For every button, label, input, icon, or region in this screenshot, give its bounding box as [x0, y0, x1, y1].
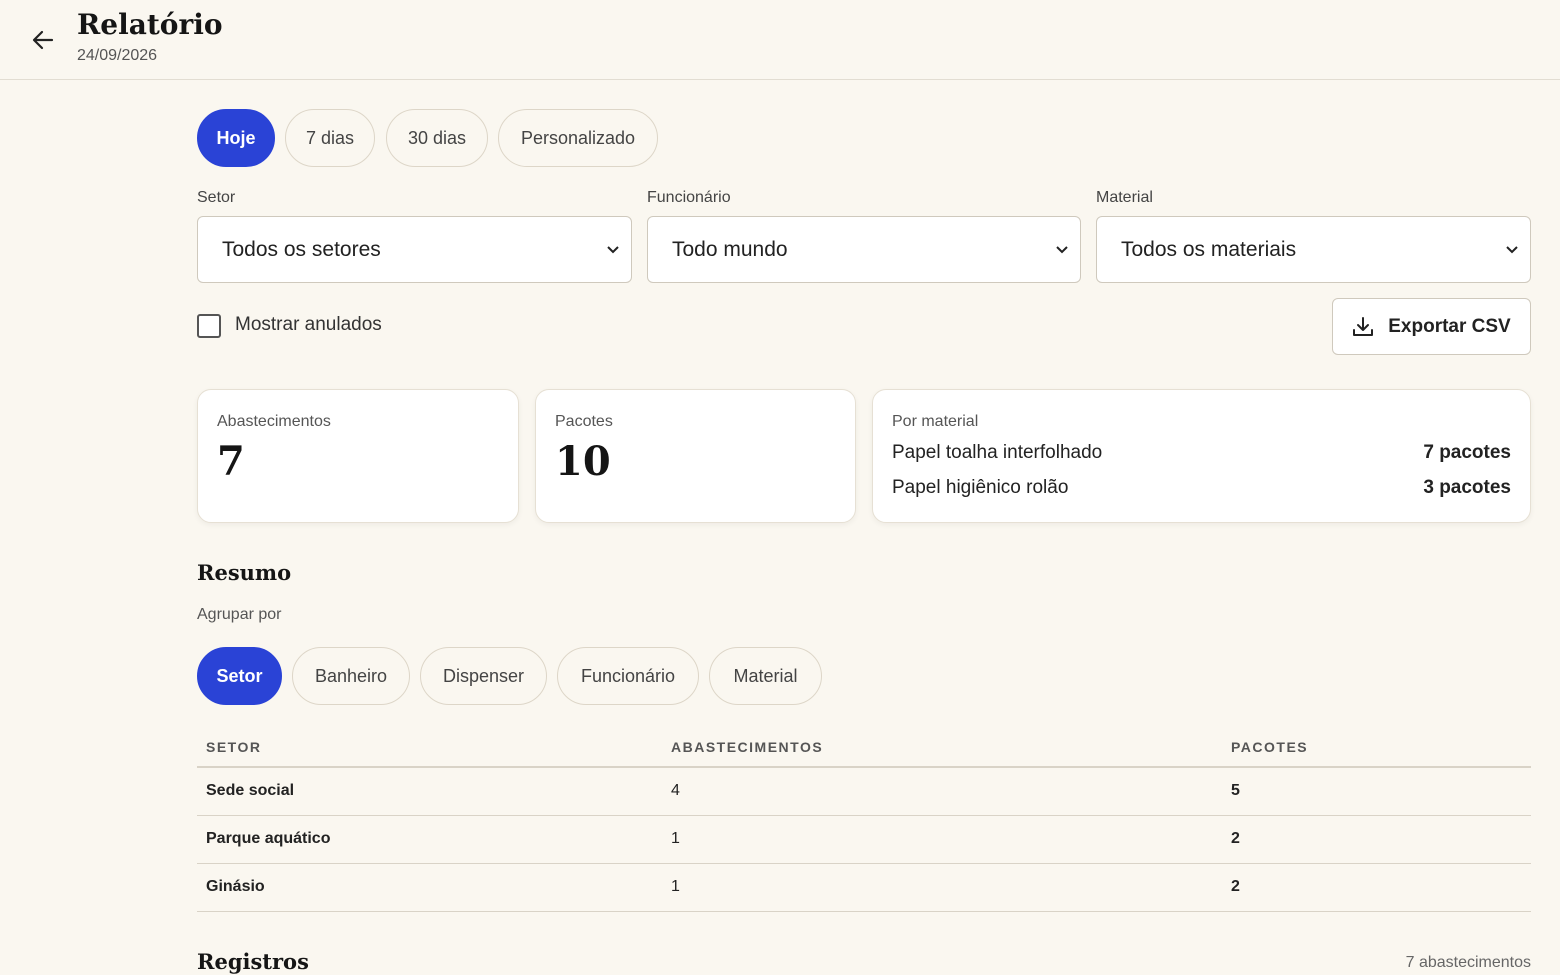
material-name: Papel toalha interfolhado: [892, 442, 1103, 463]
cell-packages: 2: [1222, 815, 1531, 864]
material-row: Papel toalha interfolhado 7 pacotes: [892, 442, 1511, 466]
packages-card: Pacotes 10: [535, 389, 856, 523]
material-qty: 7 pacotes: [1423, 442, 1511, 463]
refills-value: 7: [217, 438, 245, 485]
arrow-left-icon: [32, 30, 54, 50]
material-qty: 3 pacotes: [1423, 477, 1511, 498]
column-header-packages[interactable]: PACOTES: [1222, 727, 1531, 768]
export-csv-button[interactable]: Exportar CSV: [1332, 298, 1531, 355]
tab-group-bathroom[interactable]: Banheiro: [292, 647, 410, 705]
records-title: Registros: [197, 949, 309, 974]
export-csv-label: Exportar CSV: [1388, 315, 1511, 337]
by-material-label: Por material: [892, 413, 979, 430]
refills-label: Abastecimentos: [217, 413, 331, 430]
records-count: 7 abastecimentos: [1405, 954, 1531, 971]
download-icon: [1353, 316, 1374, 336]
summary-table: SETOR ABASTECIMENTOS PACOTES Sede social…: [197, 727, 1531, 912]
cell-refills: 1: [662, 863, 1222, 912]
sector-select[interactable]: Todos os setores: [197, 216, 632, 283]
material-name: Papel higiênico rolão: [892, 477, 1069, 498]
tab-group-material[interactable]: Material: [709, 647, 822, 705]
table-row[interactable]: Sede social 4 5: [197, 767, 1531, 816]
tab-period-today[interactable]: Hoje: [197, 109, 275, 167]
column-header-refills[interactable]: ABASTECIMENTOS: [662, 727, 1222, 768]
cell-packages: 2: [1222, 863, 1531, 912]
top-bar: Relatório 24/09/2026: [0, 0, 1560, 80]
cell-sector: Parque aquático: [197, 815, 662, 864]
material-select-value: Todos os materiais: [1121, 237, 1297, 261]
show-voided-checkbox[interactable]: [197, 314, 221, 338]
chevron-down-icon: [607, 246, 619, 254]
employee-filter-label: Funcionário: [647, 189, 731, 206]
cell-refills: 1: [662, 815, 1222, 864]
tab-period-custom[interactable]: Personalizado: [498, 109, 658, 167]
tab-period-30-days[interactable]: 30 dias: [386, 109, 488, 167]
sector-select-value: Todos os setores: [222, 237, 381, 261]
tab-group-sector[interactable]: Setor: [197, 647, 282, 705]
employee-select[interactable]: Todo mundo: [647, 216, 1081, 283]
group-by-label: Agrupar por: [197, 606, 282, 623]
show-voided-label[interactable]: Mostrar anulados: [235, 314, 382, 336]
column-header-sector[interactable]: SETOR: [197, 727, 662, 768]
summary-title: Resumo: [197, 560, 292, 585]
refills-card: Abastecimentos 7: [197, 389, 519, 523]
chevron-down-icon: [1056, 246, 1068, 254]
tab-period-7-days[interactable]: 7 dias: [285, 109, 375, 167]
table-row[interactable]: Parque aquático 1 2: [197, 815, 1531, 864]
tab-group-employee[interactable]: Funcionário: [557, 647, 699, 705]
employee-select-value: Todo mundo: [672, 237, 788, 261]
back-button[interactable]: [28, 26, 58, 54]
cell-refills: 4: [662, 767, 1222, 816]
sector-filter-label: Setor: [197, 189, 236, 206]
cell-sector: Ginásio: [197, 863, 662, 912]
page-title: Relatório: [77, 8, 223, 41]
packages-value: 10: [555, 438, 611, 485]
table-row[interactable]: Ginásio 1 2: [197, 863, 1531, 912]
cell-packages: 5: [1222, 767, 1531, 816]
material-filter-label: Material: [1096, 189, 1153, 206]
table-header-row: SETOR ABASTECIMENTOS PACOTES: [197, 727, 1531, 768]
tab-group-dispenser[interactable]: Dispenser: [420, 647, 547, 705]
material-row: Papel higiênico rolão 3 pacotes: [892, 477, 1511, 501]
material-select[interactable]: Todos os materiais: [1096, 216, 1531, 283]
page-date: 24/09/2026: [77, 47, 158, 64]
chevron-down-icon: [1506, 246, 1518, 254]
by-material-card: Por material Papel toalha interfolhado 7…: [872, 389, 1531, 523]
cell-sector: Sede social: [197, 767, 662, 816]
packages-label: Pacotes: [555, 413, 613, 430]
